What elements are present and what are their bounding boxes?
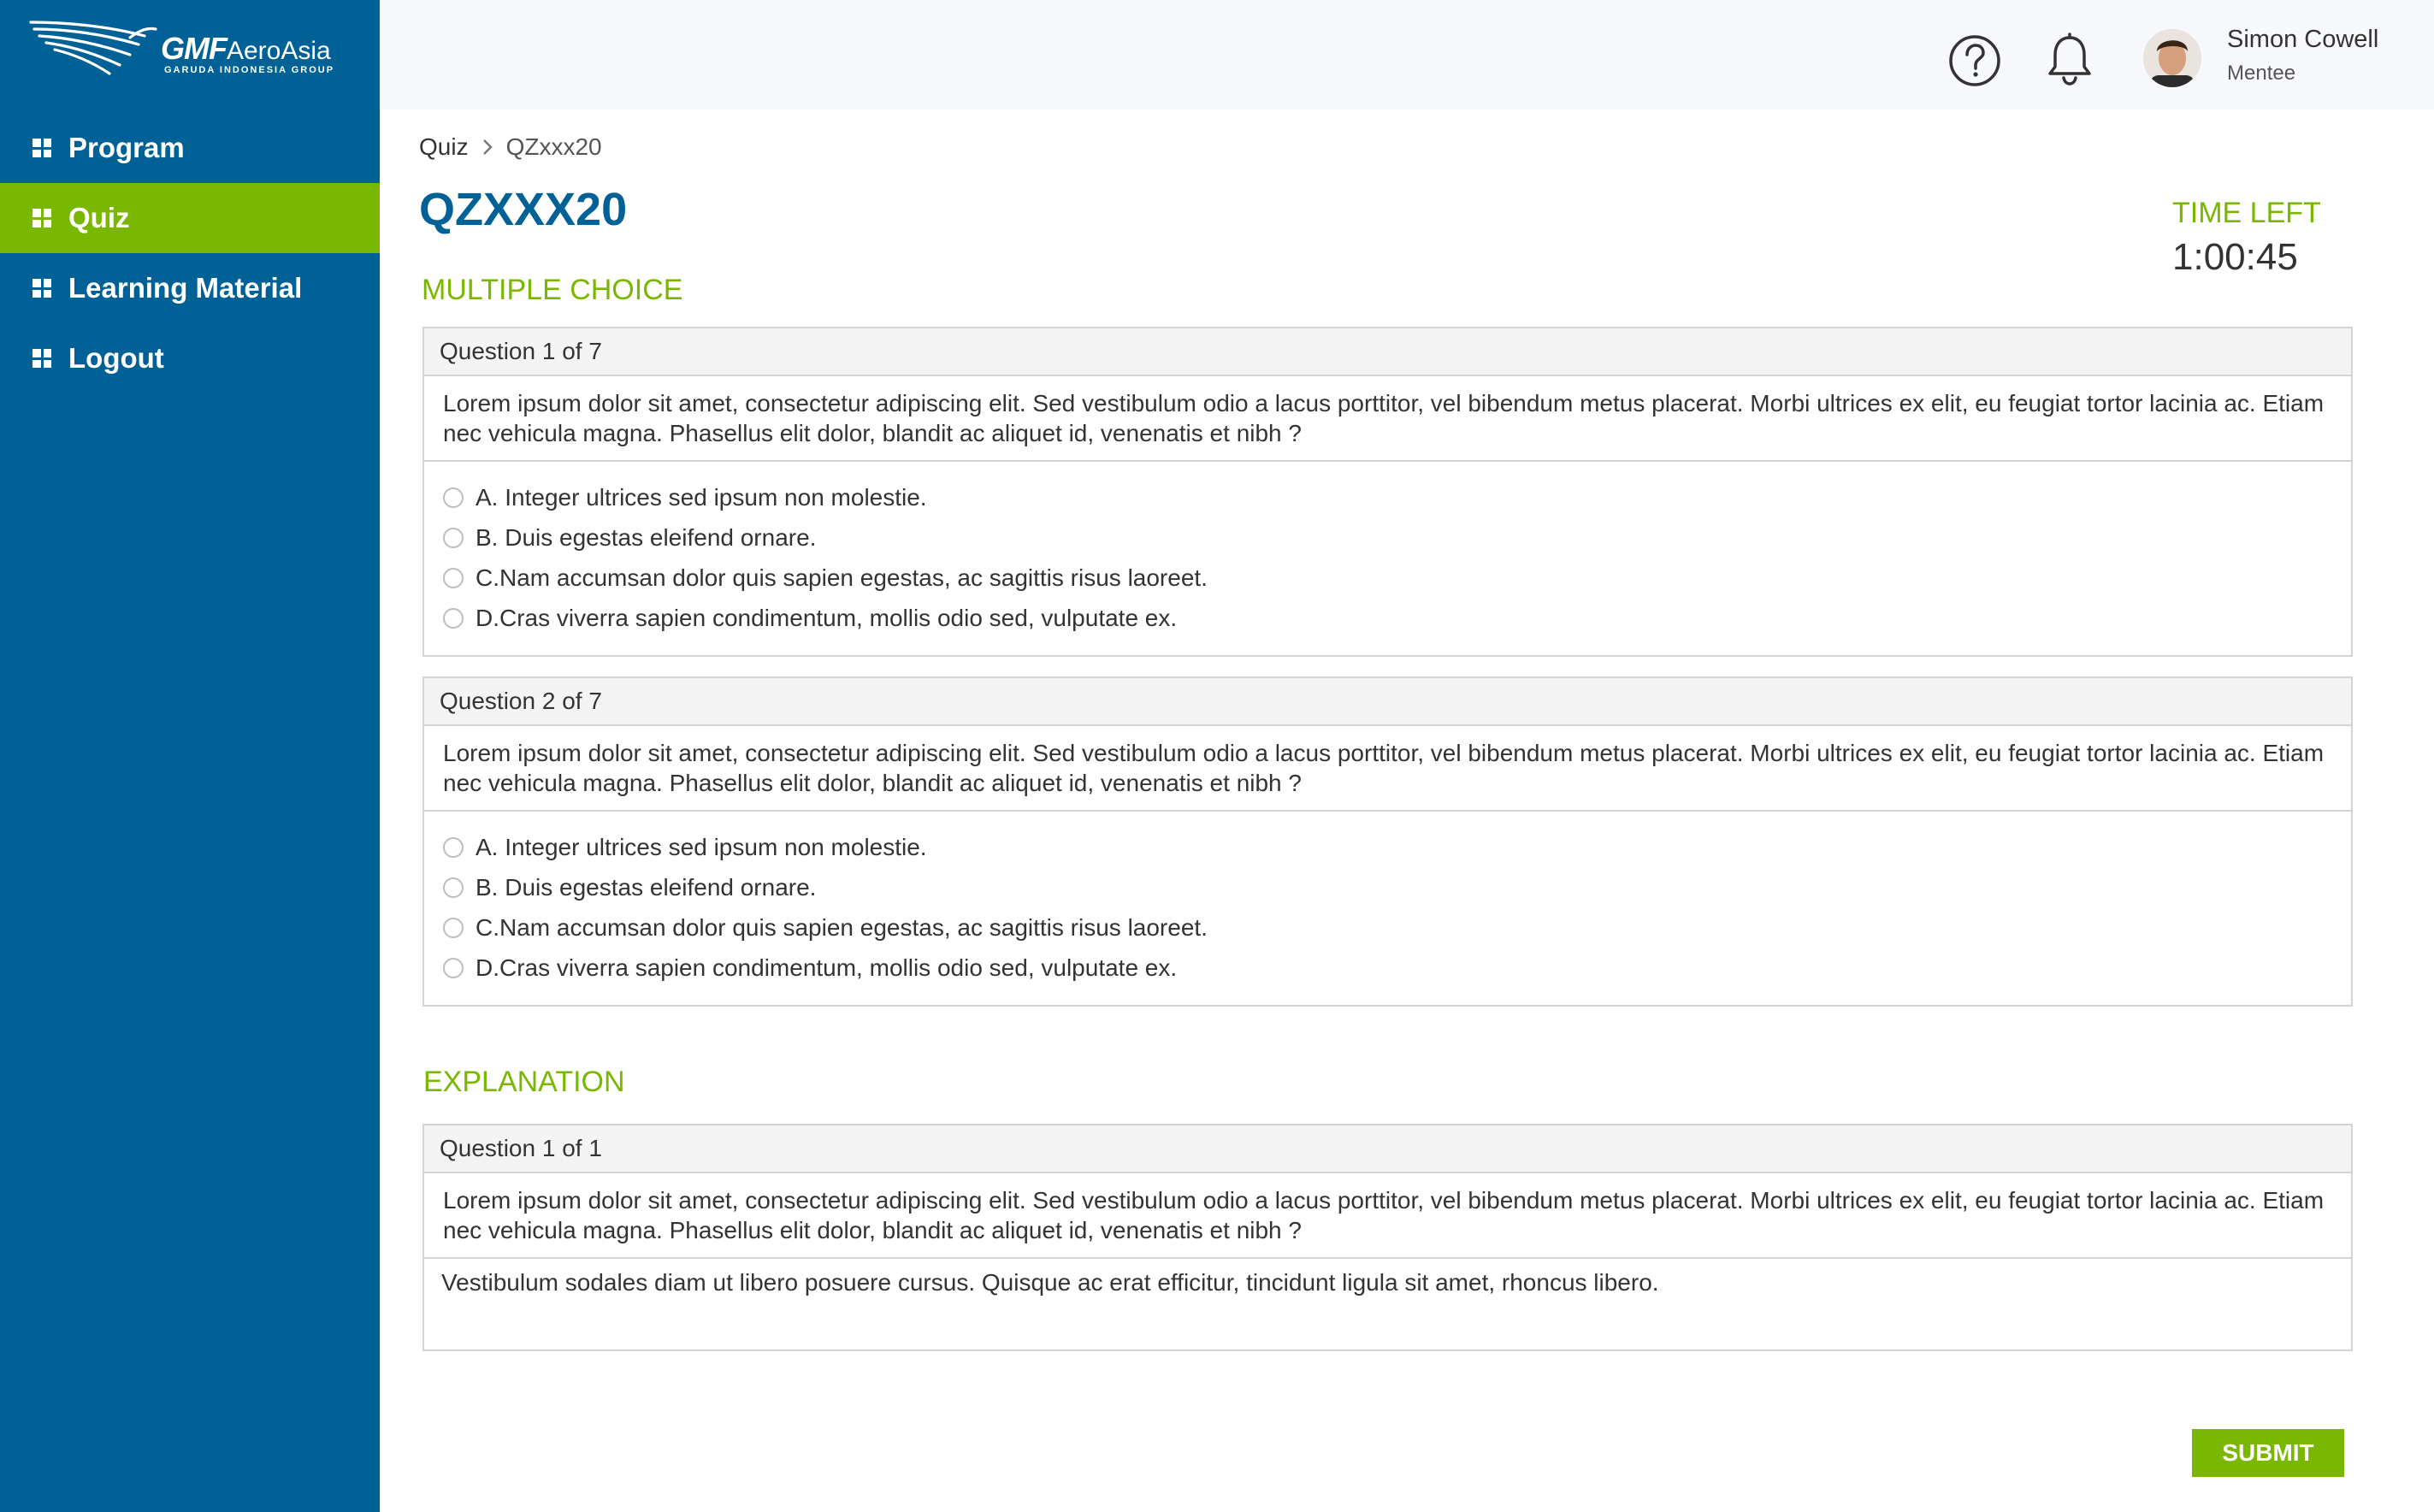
section-multiple-choice: MULTIPLE CHOICE <box>422 274 683 306</box>
radio-button[interactable] <box>443 836 464 858</box>
radio-button[interactable] <box>443 957 464 978</box>
brand-name: GMFAeroAsia <box>161 31 331 66</box>
sidebar-item-program[interactable]: Program <box>0 113 380 183</box>
avatar[interactable] <box>2143 29 2201 87</box>
user-role: Mentee <box>2227 62 2296 85</box>
option-label: B. Duis egestas eleifend ornare. <box>476 873 817 901</box>
grid-icon <box>32 209 51 227</box>
answer-option-b[interactable]: B. Duis egestas eleifend ornare. <box>443 517 2351 558</box>
option-label: A. Integer ultrices sed ipsum non molest… <box>476 833 927 860</box>
answer-option-b[interactable]: B. Duis egestas eleifend ornare. <box>443 867 2351 907</box>
question-header: Question 2 of 7 <box>424 678 2351 726</box>
breadcrumb: Quiz QZxxx20 <box>419 133 602 161</box>
section-explanation: EXPLANATION <box>423 1066 625 1098</box>
option-label: D.Cras viverra sapien condimentum, molli… <box>476 954 1178 981</box>
radio-button[interactable] <box>443 607 464 629</box>
option-label: C.Nam accumsan dolor quis sapien egestas… <box>476 913 1208 941</box>
grid-icon <box>32 279 51 298</box>
question-card: Question 2 of 7 Lorem ipsum dolor sit am… <box>422 676 2353 1007</box>
submit-button[interactable]: SUBMIT <box>2192 1429 2344 1477</box>
radio-button[interactable] <box>443 567 464 588</box>
question-card: Question 1 of 7 Lorem ipsum dolor sit am… <box>422 327 2353 657</box>
sidebar-item-learning-material[interactable]: Learning Material <box>0 253 380 323</box>
sidebar-item-label: Logout <box>68 342 164 374</box>
option-label: B. Duis egestas eleifend ornare. <box>476 523 817 551</box>
option-label: C.Nam accumsan dolor quis sapien egestas… <box>476 564 1208 591</box>
user-name: Simon Cowell <box>2227 26 2379 53</box>
brand-tagline: GARUDA INDONESIA GROUP <box>164 65 335 75</box>
question-text: Lorem ipsum dolor sit amet, consectetur … <box>424 376 2351 462</box>
breadcrumb-current: QZxxx20 <box>505 133 602 160</box>
explanation-answer-text: Vestibulum sodales diam ut libero posuer… <box>441 1269 1659 1296</box>
answer-options: A. Integer ultrices sed ipsum non molest… <box>424 812 2351 988</box>
radio-button[interactable] <box>443 487 464 508</box>
quiz-page: GMFAeroAsia GARUDA INDONESIA GROUP Progr… <box>0 0 2434 1512</box>
top-bar <box>380 0 2434 109</box>
answer-option-a[interactable]: A. Integer ultrices sed ipsum non molest… <box>443 827 2351 867</box>
explanation-card: Question 1 of 1 Lorem ipsum dolor sit am… <box>422 1124 2353 1351</box>
bell-icon[interactable] <box>2044 32 2095 87</box>
answer-option-a[interactable]: A. Integer ultrices sed ipsum non molest… <box>443 477 2351 517</box>
answer-option-c[interactable]: C.Nam accumsan dolor quis sapien egestas… <box>443 558 2351 598</box>
wing-logo-icon <box>29 21 157 75</box>
sidebar-item-label: Quiz <box>68 202 130 233</box>
answer-option-d[interactable]: D.Cras viverra sapien condimentum, molli… <box>443 948 2351 988</box>
time-left-value: 1:00:45 <box>2172 236 2298 278</box>
answer-option-c[interactable]: C.Nam accumsan dolor quis sapien egestas… <box>443 907 2351 948</box>
radio-button[interactable] <box>443 877 464 898</box>
sidebar-nav: Program Quiz Learning Material Logout <box>0 113 380 393</box>
sidebar-item-logout[interactable]: Logout <box>0 323 380 393</box>
option-label: D.Cras viverra sapien condimentum, molli… <box>476 604 1178 631</box>
grid-icon <box>32 139 51 157</box>
sidebar-item-quiz[interactable]: Quiz <box>0 183 380 253</box>
sidebar: GMFAeroAsia GARUDA INDONESIA GROUP Progr… <box>0 0 380 1512</box>
answer-option-d[interactable]: D.Cras viverra sapien condimentum, molli… <box>443 598 2351 638</box>
answer-options: A. Integer ultrices sed ipsum non molest… <box>424 462 2351 638</box>
page-title: QZXXX20 <box>419 184 628 235</box>
help-icon[interactable] <box>1948 34 2001 87</box>
option-label: A. Integer ultrices sed ipsum non molest… <box>476 483 927 511</box>
sidebar-item-label: Learning Material <box>68 272 303 304</box>
time-left-label: TIME LEFT <box>2172 197 2321 229</box>
chevron-right-icon <box>482 139 493 155</box>
question-header: Question 1 of 7 <box>424 328 2351 376</box>
radio-button[interactable] <box>443 917 464 938</box>
sidebar-item-label: Program <box>68 132 185 163</box>
user-avatar-icon <box>2143 29 2201 87</box>
grid-icon <box>32 349 51 368</box>
breadcrumb-root[interactable]: Quiz <box>419 133 469 161</box>
question-text: Lorem ipsum dolor sit amet, consectetur … <box>424 726 2351 812</box>
explanation-header: Question 1 of 1 <box>424 1125 2351 1173</box>
gmf-logo[interactable]: GMFAeroAsia GARUDA INDONESIA GROUP <box>29 17 337 86</box>
radio-button[interactable] <box>443 527 464 548</box>
explanation-question-text: Lorem ipsum dolor sit amet, consectetur … <box>424 1173 2351 1259</box>
